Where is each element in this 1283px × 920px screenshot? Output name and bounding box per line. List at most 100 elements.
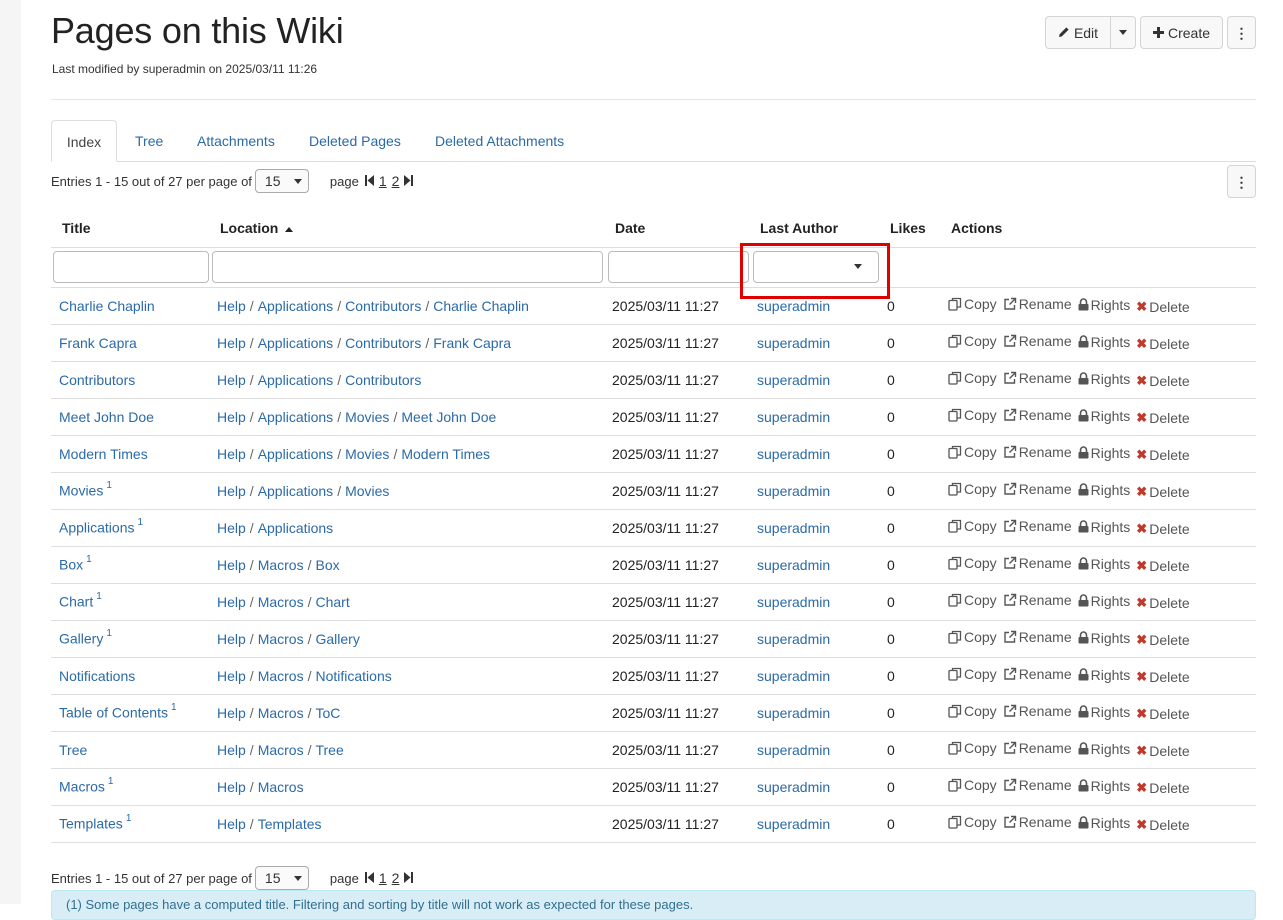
location-link[interactable]: Meet John Doe xyxy=(401,409,496,425)
create-button[interactable]: Create xyxy=(1140,16,1223,49)
per-page-select[interactable]: 15 xyxy=(254,169,309,193)
rights-action[interactable]: Rights xyxy=(1078,778,1130,794)
author-link[interactable]: superadmin xyxy=(757,483,830,499)
page-title-link[interactable]: Table of Contents xyxy=(59,705,168,721)
rename-action[interactable]: Rename xyxy=(1003,555,1072,571)
delete-action[interactable]: ✖ Delete xyxy=(1136,484,1189,500)
page-link-2[interactable]: 2 xyxy=(392,870,400,886)
delete-action[interactable]: ✖ Delete xyxy=(1136,558,1189,574)
page-link-2[interactable]: 2 xyxy=(392,173,400,189)
tab-attachments[interactable]: Attachments xyxy=(197,120,275,162)
location-link[interactable]: Help xyxy=(217,742,246,758)
delete-action[interactable]: ✖ Delete xyxy=(1136,632,1189,648)
column-header-title[interactable]: Title xyxy=(51,209,209,248)
location-link[interactable]: Contributors xyxy=(345,372,421,388)
rename-action[interactable]: Rename xyxy=(1003,333,1072,349)
page-title-link[interactable]: Gallery xyxy=(59,631,103,647)
rename-action[interactable]: Rename xyxy=(1003,629,1072,645)
location-link[interactable]: ToC xyxy=(315,705,340,721)
last-page-icon[interactable] xyxy=(404,173,414,189)
location-link[interactable]: Applications xyxy=(258,335,334,351)
delete-action[interactable]: ✖ Delete xyxy=(1136,780,1189,796)
author-link[interactable]: superadmin xyxy=(757,779,830,795)
location-link[interactable]: Macros xyxy=(258,594,304,610)
page-title-link[interactable]: Modern Times xyxy=(59,446,148,462)
per-page-select[interactable]: 15 xyxy=(254,866,309,890)
location-link[interactable]: Applications xyxy=(258,298,334,314)
location-link[interactable]: Tree xyxy=(315,742,343,758)
copy-action[interactable]: Copy xyxy=(948,703,997,719)
page-more-actions-button[interactable]: ⋮ xyxy=(1227,16,1256,49)
location-link[interactable]: Contributors xyxy=(345,298,421,314)
author-link[interactable]: superadmin xyxy=(757,594,830,610)
rename-action[interactable]: Rename xyxy=(1003,444,1072,460)
page-title-link[interactable]: Charlie Chaplin xyxy=(59,298,155,314)
rights-action[interactable]: Rights xyxy=(1078,371,1130,387)
rename-action[interactable]: Rename xyxy=(1003,777,1072,793)
copy-action[interactable]: Copy xyxy=(948,407,997,423)
copy-action[interactable]: Copy xyxy=(948,481,997,497)
location-link[interactable]: Applications xyxy=(258,372,334,388)
location-link[interactable]: Help xyxy=(217,372,246,388)
rights-action[interactable]: Rights xyxy=(1078,556,1130,572)
location-link[interactable]: Macros xyxy=(258,557,304,573)
location-link[interactable]: Macros xyxy=(258,742,304,758)
copy-action[interactable]: Copy xyxy=(948,518,997,534)
location-link[interactable]: Box xyxy=(315,557,339,573)
tab-deleted-attachments[interactable]: Deleted Attachments xyxy=(435,120,564,162)
rename-action[interactable]: Rename xyxy=(1003,518,1072,534)
location-link[interactable]: Help xyxy=(217,335,246,351)
author-link[interactable]: superadmin xyxy=(757,816,830,832)
delete-action[interactable]: ✖ Delete xyxy=(1136,373,1189,389)
rename-action[interactable]: Rename xyxy=(1003,370,1072,386)
delete-action[interactable]: ✖ Delete xyxy=(1136,817,1189,833)
location-link[interactable]: Contributors xyxy=(345,335,421,351)
author-link[interactable]: superadmin xyxy=(757,705,830,721)
copy-action[interactable]: Copy xyxy=(948,629,997,645)
tab-deleted-pages[interactable]: Deleted Pages xyxy=(309,120,401,162)
column-header-likes[interactable]: Likes xyxy=(879,209,940,248)
location-link[interactable]: Movies xyxy=(345,446,389,462)
delete-action[interactable]: ✖ Delete xyxy=(1136,521,1189,537)
delete-action[interactable]: ✖ Delete xyxy=(1136,743,1189,759)
author-link[interactable]: superadmin xyxy=(757,631,830,647)
rights-action[interactable]: Rights xyxy=(1078,334,1130,350)
location-link[interactable]: Help xyxy=(217,483,246,499)
author-link[interactable]: superadmin xyxy=(757,520,830,536)
delete-action[interactable]: ✖ Delete xyxy=(1136,669,1189,685)
location-link[interactable]: Help xyxy=(217,594,246,610)
location-link[interactable]: Macros xyxy=(258,779,304,795)
location-link[interactable]: Help xyxy=(217,816,246,832)
location-link[interactable]: Macros xyxy=(258,668,304,684)
page-title-link[interactable]: Contributors xyxy=(59,372,135,388)
last-page-icon[interactable] xyxy=(404,870,414,886)
location-link[interactable]: Applications xyxy=(258,446,334,462)
location-link[interactable]: Help xyxy=(217,520,246,536)
copy-action[interactable]: Copy xyxy=(948,814,997,830)
author-link[interactable]: superadmin xyxy=(757,557,830,573)
page-title-link[interactable]: Movies xyxy=(59,483,103,499)
page-title-link[interactable]: Templates xyxy=(59,816,123,832)
page-title-link[interactable]: Meet John Doe xyxy=(59,409,154,425)
rights-action[interactable]: Rights xyxy=(1078,741,1130,757)
author-link[interactable]: superadmin xyxy=(757,335,830,351)
tab-tree[interactable]: Tree xyxy=(135,120,163,162)
rights-action[interactable]: Rights xyxy=(1078,482,1130,498)
page-link-1[interactable]: 1 xyxy=(379,870,387,886)
rename-action[interactable]: Rename xyxy=(1003,481,1072,497)
location-link[interactable]: Help xyxy=(217,446,246,462)
tab-index[interactable]: Index xyxy=(51,120,117,162)
title-filter-input[interactable] xyxy=(53,250,209,283)
copy-action[interactable]: Copy xyxy=(948,666,997,682)
rights-action[interactable]: Rights xyxy=(1078,519,1130,535)
edit-button[interactable]: Edit xyxy=(1045,16,1111,49)
rights-action[interactable]: Rights xyxy=(1078,408,1130,424)
rename-action[interactable]: Rename xyxy=(1003,814,1072,830)
rights-action[interactable]: Rights xyxy=(1078,297,1130,313)
author-link[interactable]: superadmin xyxy=(757,742,830,758)
location-link[interactable]: Movies xyxy=(345,483,389,499)
livetable-more-actions-button[interactable]: ⋮ xyxy=(1227,165,1256,198)
edit-dropdown-toggle[interactable] xyxy=(1110,16,1136,49)
copy-action[interactable]: Copy xyxy=(948,333,997,349)
author-link[interactable]: superadmin xyxy=(757,446,830,462)
